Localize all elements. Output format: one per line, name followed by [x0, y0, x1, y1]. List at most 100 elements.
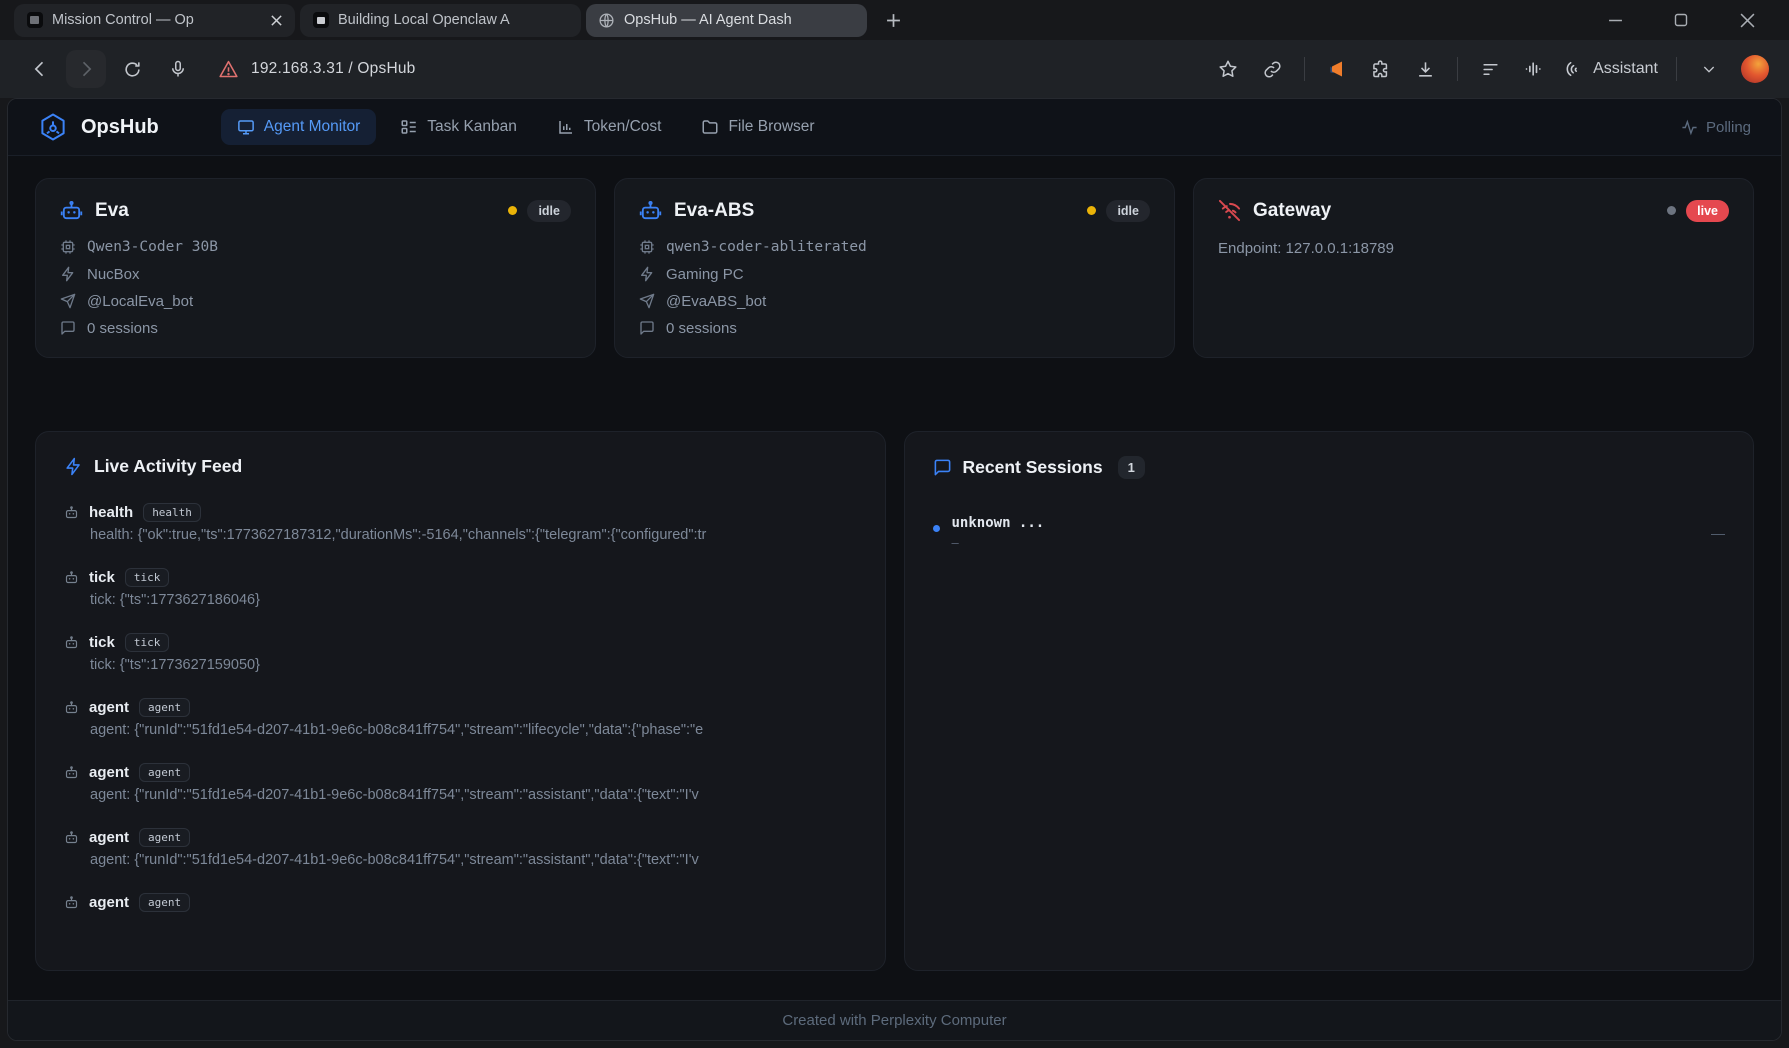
- copy-link-icon[interactable]: [1252, 50, 1292, 88]
- tab-openclaw-doc[interactable]: Building Local Openclaw A: [300, 4, 581, 37]
- event-name: agent: [89, 699, 129, 716]
- zap-icon: [639, 266, 655, 282]
- nav-task-kanban[interactable]: Task Kanban: [384, 109, 533, 145]
- agent-name: Eva-ABS: [674, 200, 754, 222]
- feed-list: health health health: {"ok":true,"ts":17…: [64, 503, 857, 917]
- session-item[interactable]: unknown ... — —: [933, 515, 1726, 550]
- panels-row: Live Activity Feed health health health:…: [35, 431, 1754, 971]
- bar-chart-icon: [557, 118, 575, 136]
- app-header: OpsHub Agent Monitor Task Kanban Token/C…: [8, 99, 1781, 156]
- feed-item[interactable]: agent agent: [64, 893, 857, 917]
- robot-icon: [60, 199, 83, 222]
- new-tab-button[interactable]: [878, 5, 908, 35]
- session-status-dot: [933, 525, 940, 532]
- event-name: agent: [89, 764, 129, 781]
- agent-sessions: 0 sessions: [666, 320, 737, 337]
- feed-item[interactable]: agent agent agent: {"runId":"51fd1e54-d2…: [64, 763, 857, 803]
- reading-list-icon[interactable]: [1470, 50, 1510, 88]
- agent-card-eva-abs[interactable]: Eva-ABS idle qwen3-coder-abliterated Gam…: [614, 178, 1175, 358]
- back-icon[interactable]: [20, 50, 60, 88]
- event-detail: agent: {"runId":"51fd1e54-d207-41b1-9e6c…: [90, 852, 857, 868]
- session-subtitle: —: [952, 536, 1045, 550]
- cpu-icon: [639, 239, 655, 255]
- nav-label: Task Kanban: [427, 118, 517, 136]
- assistant-button[interactable]: Assistant: [1558, 59, 1664, 79]
- voice-waveform-icon[interactable]: [1514, 50, 1554, 88]
- downloads-icon[interactable]: [1405, 50, 1445, 88]
- megaphone-extension-icon[interactable]: [1317, 50, 1357, 88]
- sessions-count-badge: 1: [1118, 456, 1145, 479]
- toolbar-right-cluster: Assistant: [1208, 50, 1769, 88]
- nav-token-cost[interactable]: Token/Cost: [541, 109, 678, 145]
- agent-host: Gaming PC: [666, 266, 744, 283]
- event-detail: agent: {"runId":"51fd1e54-d207-41b1-9e6c…: [90, 787, 857, 803]
- toolbar-separator: [1457, 57, 1458, 81]
- feed-item[interactable]: tick tick tick: {"ts":1773627159050}: [64, 633, 857, 673]
- forward-icon[interactable]: [66, 50, 106, 88]
- robot-icon: [64, 830, 79, 845]
- robot-icon: [64, 765, 79, 780]
- agent-bot: @LocalEva_bot: [87, 293, 193, 310]
- agent-cards-row: Eva idle Qwen3-Coder 30B NucBox: [35, 178, 1754, 358]
- address-bar[interactable]: 192.168.3.31 / OpsHub: [218, 59, 1202, 80]
- event-type-badge: agent: [139, 828, 190, 847]
- nav-label: File Browser: [728, 118, 814, 136]
- close-window-icon[interactable]: [1725, 4, 1769, 36]
- robot-icon: [64, 895, 79, 910]
- browser-toolbar: 192.168.3.31 / OpsHub: [0, 40, 1789, 98]
- zap-icon: [60, 266, 76, 282]
- event-type-badge: health: [143, 503, 201, 522]
- robot-icon: [64, 635, 79, 650]
- feed-item[interactable]: agent agent agent: {"runId":"51fd1e54-d2…: [64, 828, 857, 868]
- agent-card-eva[interactable]: Eva idle Qwen3-Coder 30B NucBox: [35, 178, 596, 358]
- toolbar-separator: [1676, 57, 1677, 81]
- zap-icon: [64, 457, 83, 476]
- message-icon: [933, 458, 952, 477]
- page-footer: Created with Perplexity Computer: [8, 1000, 1781, 1040]
- nav-label: Token/Cost: [584, 118, 662, 136]
- chevron-down-icon[interactable]: [1689, 50, 1729, 88]
- tab-mission-control[interactable]: Mission Control — Op: [14, 4, 295, 37]
- profile-avatar[interactable]: [1741, 55, 1769, 83]
- minimize-icon[interactable]: [1593, 4, 1637, 36]
- agent-model: qwen3-coder-abliterated: [666, 239, 867, 255]
- feed-item[interactable]: health health health: {"ok":true,"ts":17…: [64, 503, 857, 543]
- status-badge: idle: [1106, 200, 1150, 222]
- mission-control-favicon: [26, 12, 43, 29]
- event-type-badge: tick: [125, 568, 170, 587]
- maximize-icon[interactable]: [1659, 4, 1703, 36]
- feed-item[interactable]: agent agent agent: {"runId":"51fd1e54-d2…: [64, 698, 857, 738]
- send-icon: [639, 293, 655, 309]
- gateway-card[interactable]: Gateway live Endpoint: 127.0.0.1:18789: [1193, 178, 1754, 358]
- reload-icon[interactable]: [112, 50, 152, 88]
- url-text[interactable]: 192.168.3.31 / OpsHub: [251, 60, 415, 78]
- event-name: agent: [89, 829, 129, 846]
- nav-file-browser[interactable]: File Browser: [685, 109, 830, 145]
- nav-agent-monitor[interactable]: Agent Monitor: [221, 109, 377, 145]
- microphone-icon[interactable]: [158, 50, 198, 88]
- event-name: agent: [89, 894, 129, 911]
- main-nav: Agent Monitor Task Kanban Token/Cost Fil…: [221, 109, 831, 145]
- sessions-title: Recent Sessions: [963, 457, 1103, 478]
- opshub-logo-icon: [38, 112, 68, 142]
- close-tab-icon[interactable]: [267, 11, 285, 29]
- robot-icon: [64, 570, 79, 585]
- toolbar-separator: [1304, 57, 1305, 81]
- tab-title: OpsHub — AI Agent Dash: [624, 12, 857, 28]
- extensions-puzzle-icon[interactable]: [1361, 50, 1401, 88]
- tab-title: Mission Control — Op: [52, 12, 258, 28]
- folder-icon: [701, 118, 719, 136]
- footer-text: Created with Perplexity Computer: [782, 1012, 1006, 1029]
- session-meta: —: [1711, 525, 1725, 541]
- event-detail: agent: {"runId":"51fd1e54-d207-41b1-9e6c…: [90, 722, 857, 738]
- agent-bot: @EvaABS_bot: [666, 293, 766, 310]
- pulse-icon: [1681, 119, 1698, 136]
- brand-name: OpsHub: [81, 116, 159, 139]
- tab-opshub-active[interactable]: OpsHub — AI Agent Dash: [586, 4, 867, 37]
- event-detail: tick: {"ts":1773627186046}: [90, 592, 857, 608]
- bookmark-star-icon[interactable]: [1208, 50, 1248, 88]
- gateway-endpoint: Endpoint: 127.0.0.1:18789: [1218, 240, 1729, 257]
- assistant-swirl-icon: [1564, 59, 1584, 79]
- feed-item[interactable]: tick tick tick: {"ts":1773627186046}: [64, 568, 857, 608]
- insecure-warning-icon: [218, 59, 239, 80]
